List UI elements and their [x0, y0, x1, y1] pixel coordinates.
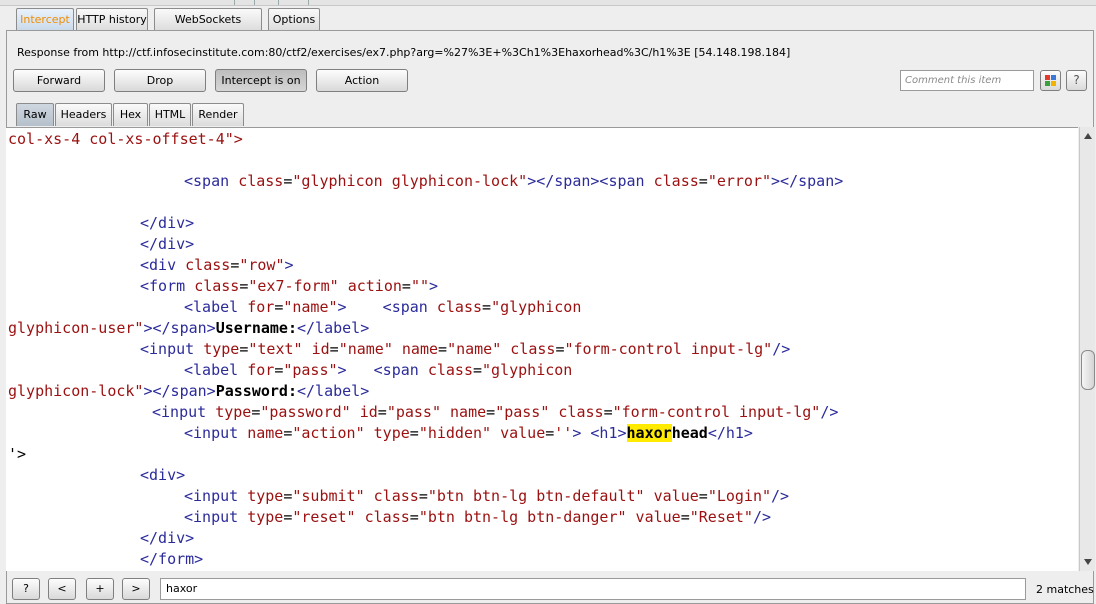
editor-scrollbar[interactable]	[1079, 127, 1095, 571]
tab-html[interactable]: HTML	[149, 103, 191, 126]
code-line: <form class="ex7-form" action="">	[140, 277, 439, 295]
code-line: </div>	[140, 235, 195, 253]
search-next-button[interactable]: >	[122, 578, 150, 600]
strip-divider	[246, 0, 255, 5]
highlight-color-button[interactable]	[1040, 70, 1061, 91]
response-line: Response from http://ctf.infosecinstitut…	[17, 46, 791, 59]
action-button[interactable]: Action	[316, 69, 408, 92]
code-line: </form>	[140, 550, 204, 568]
scroll-down-arrow-icon[interactable]	[1084, 559, 1092, 565]
code-line: </div>	[140, 529, 195, 547]
code-line: <span class="glyphicon glyphicon-lock"><…	[184, 172, 844, 190]
top-strip	[0, 0, 1096, 6]
strip-divider	[300, 0, 309, 5]
forward-button[interactable]: Forward	[13, 69, 105, 92]
code-line: </div>	[140, 214, 195, 232]
search-input[interactable]: haxor	[160, 578, 1026, 600]
code-line: <input type="submit" class="btn btn-lg b…	[184, 487, 790, 505]
code-line: <div class="row">	[140, 256, 294, 274]
search-match-highlight: haxor	[626, 424, 672, 442]
tab-http-history[interactable]: HTTP history	[76, 8, 148, 31]
search-match-count: 2 matches	[1036, 583, 1094, 596]
search-help-button[interactable]: ?	[12, 578, 40, 600]
drop-button[interactable]: Drop	[114, 69, 206, 92]
search-prev-button[interactable]: <	[48, 578, 76, 600]
code-line: <div>	[140, 466, 186, 484]
raw-response-editor[interactable]: col-xs-4 col-xs-offset-4"> <span class="…	[6, 127, 1078, 571]
color-grid-icon	[1045, 75, 1057, 87]
code-line: <input type="text" id="name" name="name"…	[140, 340, 791, 358]
code-line: '>	[8, 445, 27, 463]
tab-raw[interactable]: Raw	[16, 103, 54, 126]
strip-divider	[270, 0, 279, 5]
tab-websockets-history[interactable]: WebSockets history	[154, 8, 262, 47]
scroll-up-arrow-icon[interactable]	[1084, 133, 1092, 139]
code-line: <input name="action" type="hidden" value…	[184, 424, 753, 442]
comment-field[interactable]: Comment this item	[900, 70, 1034, 91]
code-line: <label for="name"> <span class="glyphico…	[184, 298, 582, 316]
code-line: <input type="password" id="pass" name="p…	[152, 403, 839, 421]
code-line: glyphicon-lock"></span>Password:</label>	[8, 382, 370, 400]
code-line: glyphicon-user"></span>Username:</label>	[8, 319, 370, 337]
code-line: <label for="pass"> <span class="glyphico…	[184, 361, 573, 379]
help-button[interactable]: ?	[1066, 70, 1087, 91]
code-line: <input type="reset" class="btn btn-lg bt…	[184, 508, 772, 526]
tab-options[interactable]: Options	[268, 8, 320, 31]
tab-headers[interactable]: Headers	[55, 103, 112, 126]
search-add-button[interactable]: +	[86, 578, 114, 600]
tab-render[interactable]: Render	[192, 103, 244, 126]
intercept-toggle-button[interactable]: Intercept is on	[215, 69, 307, 92]
code-line: col-xs-4 col-xs-offset-4">	[8, 130, 243, 148]
strip-divider	[226, 0, 235, 5]
scroll-thumb[interactable]	[1081, 350, 1095, 390]
tab-intercept[interactable]: Intercept	[16, 8, 74, 31]
tab-hex[interactable]: Hex	[113, 103, 148, 126]
